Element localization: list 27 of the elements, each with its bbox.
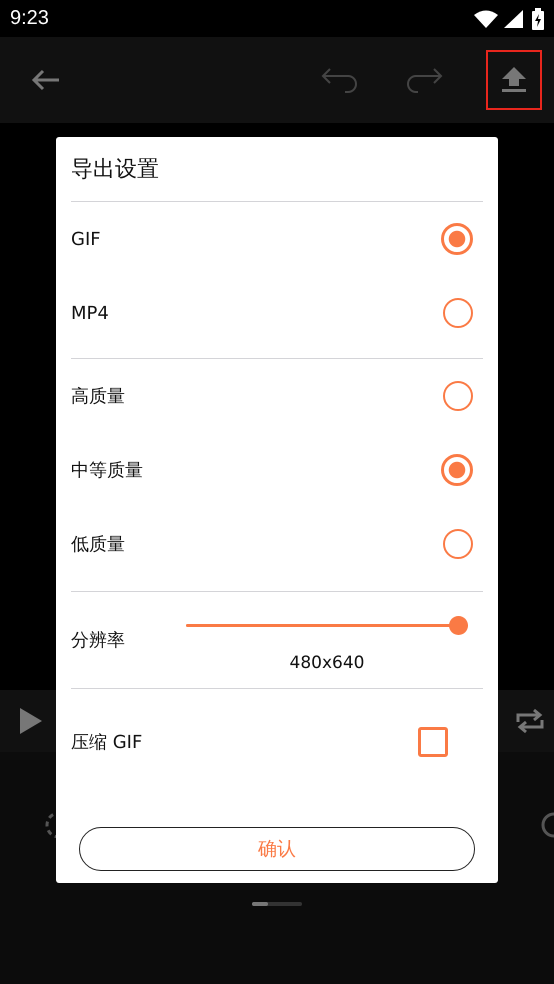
play-icon[interactable] bbox=[20, 708, 42, 734]
rotate-icon[interactable] bbox=[540, 810, 554, 840]
compress-checkbox[interactable] bbox=[418, 727, 448, 757]
option-label: GIF bbox=[71, 228, 101, 250]
option-label: MP4 bbox=[71, 302, 109, 324]
dialog-title: 导出设置 bbox=[71, 156, 160, 184]
status-time: 9:23 bbox=[10, 7, 49, 30]
option-label: 高质量 bbox=[71, 385, 125, 408]
radio-button[interactable] bbox=[443, 529, 473, 559]
upload-icon bbox=[502, 67, 526, 93]
wifi-icon bbox=[474, 10, 498, 28]
battery-icon bbox=[532, 8, 544, 30]
option-label: 中等质量 bbox=[71, 459, 143, 482]
resolution-slider[interactable] bbox=[186, 616, 468, 634]
loop-icon[interactable] bbox=[516, 706, 544, 736]
scroll-handle bbox=[252, 902, 302, 906]
radio-button[interactable] bbox=[443, 381, 473, 411]
radio-button[interactable] bbox=[441, 223, 473, 255]
resolution-label: 分辨率 bbox=[71, 629, 125, 652]
resolution-value: 480x640 bbox=[290, 652, 364, 672]
signal-icon bbox=[504, 10, 524, 28]
option-label: 低质量 bbox=[71, 533, 125, 556]
compress-label: 压缩 GIF bbox=[71, 731, 142, 754]
confirm-button[interactable]: 确认 bbox=[79, 827, 475, 871]
export-button[interactable] bbox=[486, 50, 542, 110]
radio-button[interactable] bbox=[443, 298, 473, 328]
radio-button[interactable] bbox=[441, 454, 473, 486]
